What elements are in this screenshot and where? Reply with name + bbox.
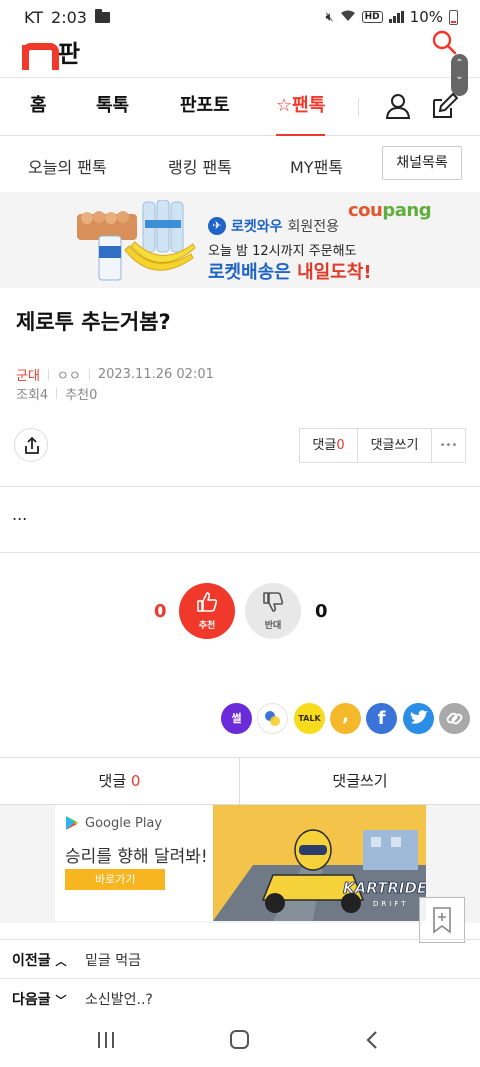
groceries-image bbox=[77, 200, 196, 281]
next-post-row[interactable]: 다음글 ﹀ 소신발언..? bbox=[0, 978, 480, 1018]
ssul-share-icon[interactable]: 썰 bbox=[221, 703, 252, 734]
hd-badge: HD bbox=[361, 11, 383, 23]
recent-apps-icon[interactable] bbox=[96, 1031, 116, 1049]
svg-text:KARTRIDER: KARTRIDER bbox=[343, 879, 426, 897]
ad-headline: 로켓배송은 내일도착! bbox=[208, 262, 372, 283]
prev-post-label: 이전글 ︿ bbox=[12, 953, 67, 969]
google-play-logo: Google Play bbox=[65, 815, 162, 831]
tab-fantok[interactable]: ☆팬톡 bbox=[276, 78, 326, 136]
sub-nav: 오늘의 팬톡 랭킹 팬톡 MY팬톡 채널목록 bbox=[0, 136, 480, 192]
carrier: KT bbox=[24, 7, 44, 27]
write-comment-button[interactable]: 댓글쓰기 bbox=[358, 429, 432, 462]
top-bar: 판 bbox=[0, 28, 480, 78]
post-author: ㅇㅇ bbox=[56, 369, 81, 384]
share-icon bbox=[25, 436, 39, 454]
svg-text:DRIFT: DRIFT bbox=[373, 900, 409, 908]
post-datetime: 2023.11.26 02:01 bbox=[97, 367, 214, 382]
channel-list-button[interactable]: 채널목록 bbox=[382, 146, 462, 180]
kakaotalk-share-icon[interactable]: TALK bbox=[294, 703, 325, 734]
search-icon[interactable] bbox=[430, 30, 458, 58]
next-post-label: 다음글 ﹀ bbox=[12, 992, 67, 1008]
system-nav-bar bbox=[0, 1016, 480, 1067]
subnav-today[interactable]: 오늘의 팬톡 bbox=[28, 154, 107, 178]
comment-count-tab[interactable]: 댓글 0 bbox=[0, 758, 240, 804]
upvote-count: 0 bbox=[154, 601, 167, 622]
signal-icon bbox=[388, 11, 404, 23]
post-body: ... bbox=[12, 505, 28, 524]
upvote-button[interactable]: 추천 bbox=[179, 583, 235, 639]
kakaostory-share-icon[interactable]: , bbox=[330, 703, 361, 734]
post-meta: 군대 ㅇㅇ 2023.11.26 02:01 bbox=[16, 365, 214, 384]
mute-icon: 🔇︎ bbox=[325, 9, 334, 25]
downvote-label: 반대 bbox=[264, 621, 282, 631]
prev-post-row[interactable]: 이전글 ︿ 밑글 먹금 bbox=[0, 939, 480, 979]
ad-cta-button[interactable]: 바로가기 bbox=[65, 869, 165, 890]
scroll-handle[interactable]: ⌃ ⌄ bbox=[451, 54, 468, 96]
ad-subtext: 오늘 밤 12시까지 주문해도 bbox=[208, 244, 357, 259]
views-count: 조회4 bbox=[16, 388, 49, 403]
logo-text: 판 bbox=[58, 40, 81, 68]
subnav-my[interactable]: MY팬톡 bbox=[290, 154, 343, 178]
divider bbox=[0, 552, 480, 553]
wifi-icon bbox=[340, 9, 356, 26]
edit-icon[interactable] bbox=[430, 92, 458, 120]
google-play-ad[interactable]: Google Play 승리를 향해 달려봐! 바로가기 KARTRIDER D… bbox=[55, 805, 426, 921]
thumbs-up-icon bbox=[197, 592, 218, 612]
write-comment-tab[interactable]: 댓글쓰기 bbox=[240, 758, 480, 804]
logo[interactable]: 판 bbox=[22, 34, 81, 70]
main-nav: 홈 톡톡 판포토 ☆팬톡 bbox=[0, 78, 480, 136]
back-icon[interactable] bbox=[365, 1030, 379, 1050]
google-play-icon bbox=[66, 816, 79, 830]
chevron-up-icon: ︿ bbox=[55, 955, 67, 968]
rocket-icon: ✈ bbox=[208, 217, 226, 235]
thumbs-down-icon bbox=[263, 592, 284, 612]
downvote-count: 0 bbox=[315, 601, 328, 622]
upvote-label: 추천 bbox=[198, 621, 216, 631]
home-icon[interactable] bbox=[230, 1030, 249, 1049]
comments-button[interactable]: 댓글0 bbox=[300, 429, 358, 462]
ad-headline: 승리를 향해 달려봐! bbox=[65, 847, 208, 867]
folder-icon bbox=[94, 8, 110, 23]
ad-banner-coupang[interactable]: coupang ✈ 로켓와우 회원전용 오늘 밤 12시까지 주문해도 로켓배송… bbox=[0, 192, 480, 288]
twitter-share-icon[interactable] bbox=[403, 703, 434, 734]
battery-icon bbox=[449, 9, 458, 25]
nate-logo-icon bbox=[22, 39, 59, 70]
comment-bar: 댓글 0 댓글쓰기 bbox=[0, 757, 480, 805]
post-stats: 조회4 추천0 bbox=[16, 384, 97, 403]
post-action-box: 댓글0 댓글쓰기 ••• bbox=[299, 428, 466, 463]
bookmark-button[interactable] bbox=[419, 897, 465, 943]
post-channel[interactable]: 군대 bbox=[16, 365, 40, 384]
user-icon[interactable] bbox=[384, 92, 412, 120]
downvote-button[interactable]: 반대 bbox=[245, 583, 301, 639]
clock: 2:03 bbox=[51, 7, 87, 27]
tab-home[interactable]: 홈 bbox=[30, 78, 47, 136]
subnav-ranking[interactable]: 랭킹 팬톡 bbox=[168, 154, 232, 178]
link-share-icon[interactable] bbox=[439, 703, 470, 734]
nav-divider bbox=[358, 98, 359, 116]
kartrider-game-image: KARTRIDER DRIFT bbox=[213, 805, 426, 921]
chevron-down-icon: ﹀ bbox=[55, 994, 67, 1007]
ad-area: Google Play 승리를 향해 달려봐! 바로가기 KARTRIDER D… bbox=[0, 805, 480, 923]
band-share-icon[interactable] bbox=[257, 703, 288, 734]
post-title: 제로투 추는거봄? bbox=[16, 310, 171, 334]
prev-post-title[interactable]: 밑글 먹금 bbox=[85, 950, 141, 970]
tab-panphoto[interactable]: 판포토 bbox=[180, 78, 230, 136]
share-button[interactable] bbox=[14, 428, 48, 462]
next-post-title[interactable]: 소신발언..? bbox=[85, 989, 153, 1009]
tab-toktok[interactable]: 톡톡 bbox=[96, 78, 129, 136]
rocket-wow-label: ✈ 로켓와우 회원전용 bbox=[208, 216, 339, 236]
facebook-share-icon[interactable]: f bbox=[366, 703, 397, 734]
coupang-logo: coupang bbox=[348, 200, 432, 221]
recommend-count: 추천0 bbox=[65, 388, 98, 403]
bookmark-icon bbox=[433, 907, 451, 934]
battery-percent: 10% bbox=[409, 8, 443, 26]
divider bbox=[0, 486, 480, 487]
more-button[interactable]: ••• bbox=[432, 429, 465, 462]
